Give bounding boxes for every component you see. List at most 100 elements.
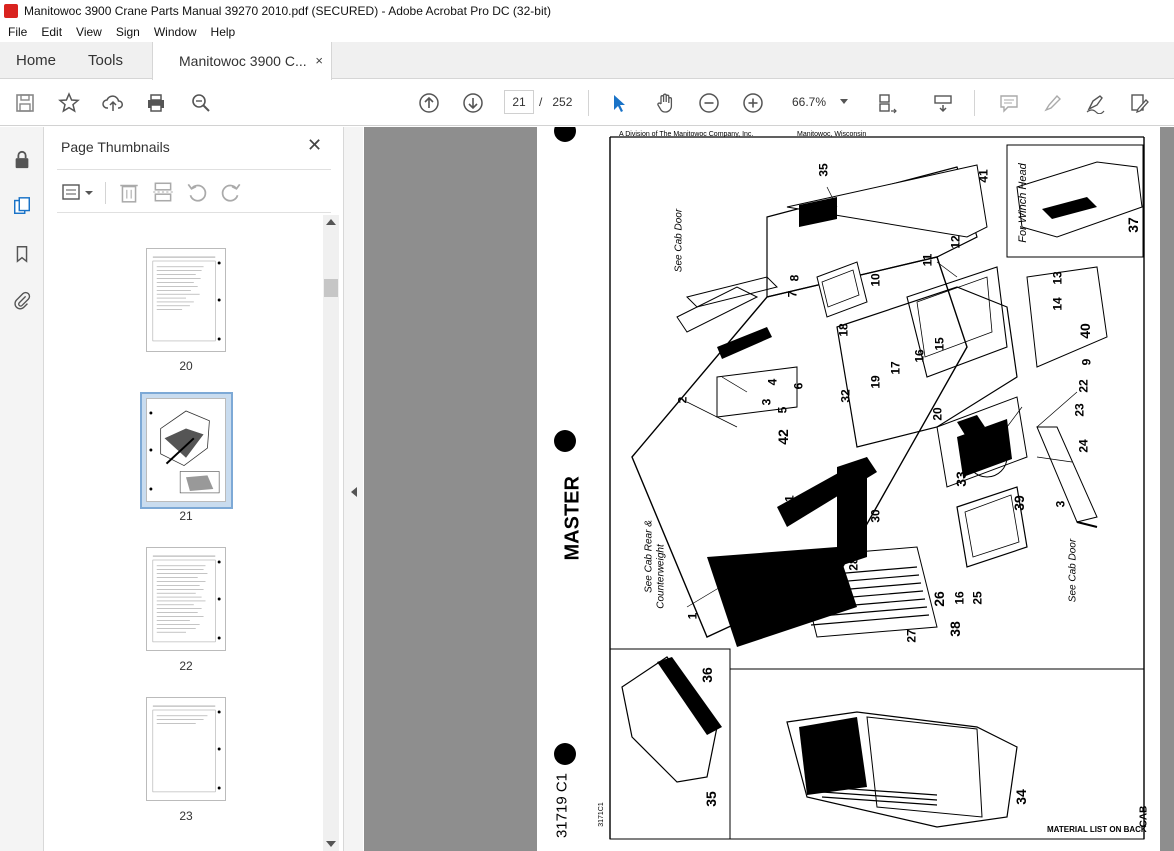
- part-number-callout: 36: [698, 667, 715, 683]
- pdf-page: A Division of The Manitowoc Company, Inc…: [537, 127, 1160, 851]
- part-number-callout: 11: [920, 253, 935, 267]
- menu-edit[interactable]: Edit: [41, 25, 62, 39]
- part-number-callout: 31: [782, 495, 797, 509]
- see-cab-door-label-right: See Cab Door: [1067, 538, 1079, 603]
- part-number-callout: 34: [1012, 789, 1029, 805]
- part-number-callout: 19: [868, 375, 883, 389]
- window-title: Manitowoc 3900 Crane Parts Manual 39270 …: [24, 4, 551, 18]
- part-number-callout: 28: [846, 557, 861, 571]
- lock-icon[interactable]: [11, 149, 33, 171]
- save-icon[interactable]: [12, 90, 38, 116]
- part-number-callout: 7: [785, 290, 800, 298]
- page-header-location: Manitowoc, Wisconsin: [797, 131, 867, 138]
- scroll-up-icon[interactable]: [326, 219, 336, 225]
- part-number-callout: 17: [888, 361, 903, 375]
- zoom-search-icon[interactable]: [188, 90, 214, 116]
- part-number-callout: 16: [952, 591, 967, 605]
- left-navigation-rail: [0, 127, 44, 851]
- read-mode-icon[interactable]: [930, 90, 956, 116]
- part-number-callout: 30: [868, 509, 883, 523]
- thumbnail-page[interactable]: [146, 697, 226, 801]
- tab-document[interactable]: Manitowoc 3900 C... ×: [152, 42, 332, 80]
- zoom-level-select[interactable]: 66.7%: [782, 90, 854, 114]
- see-cab-rear-label: See Cab Rear &: [643, 520, 655, 593]
- comment-icon[interactable]: [996, 90, 1022, 116]
- menu-view[interactable]: View: [76, 25, 102, 39]
- insert-page-icon[interactable]: [151, 180, 175, 204]
- delete-page-icon[interactable]: [117, 180, 141, 204]
- zoom-out-icon[interactable]: [696, 90, 722, 116]
- part-number-callout: 3: [759, 398, 774, 406]
- chevron-down-icon: [840, 99, 848, 104]
- part-number-callout: 16: [912, 349, 927, 363]
- part-number-callout: 32: [838, 389, 853, 403]
- parts-diagram: [554, 127, 1145, 840]
- scrollbar-thumb[interactable]: [324, 279, 338, 297]
- highlight-pen-icon[interactable]: [1040, 90, 1066, 116]
- part-number-callout: 39: [1010, 495, 1027, 511]
- fit-page-icon[interactable]: [874, 90, 900, 116]
- part-number-callout: 23: [1072, 403, 1087, 417]
- part-number-callout: 18: [836, 323, 851, 337]
- part-number-callout: 6: [791, 382, 806, 390]
- thumbnails-list: 20 21 22 23: [45, 215, 323, 851]
- close-panel-icon[interactable]: ✕: [307, 135, 322, 156]
- zoom-in-icon[interactable]: [740, 90, 766, 116]
- part-number-callout: 24: [1076, 439, 1091, 453]
- part-number-callout: 2: [675, 396, 690, 404]
- menu-bar: File Edit View Sign Window Help: [0, 22, 1174, 42]
- part-number-callout: 38: [946, 621, 963, 637]
- scroll-down-icon[interactable]: [326, 841, 336, 847]
- part-number-callout: 20: [930, 407, 945, 421]
- thumbnail-page[interactable]: [146, 248, 226, 352]
- edit-pdf-icon[interactable]: [1126, 90, 1152, 116]
- toolbar-divider: [974, 90, 975, 116]
- bookmark-star-icon[interactable]: [56, 90, 82, 116]
- counterweight-label: Counterweight: [655, 544, 667, 609]
- doc-number-label: 3171C1: [597, 802, 605, 827]
- page-number-input[interactable]: 21: [504, 90, 534, 114]
- thumbnail-label: 21: [179, 509, 193, 523]
- previous-page-icon[interactable]: [416, 90, 442, 116]
- document-viewer[interactable]: A Division of The Manitowoc Company, Inc…: [364, 127, 1174, 851]
- sign-pen-icon[interactable]: [1082, 90, 1108, 116]
- toolbar-divider: [588, 90, 589, 116]
- tab-home[interactable]: Home: [16, 42, 56, 79]
- thumbnail-page-selected[interactable]: [146, 398, 226, 502]
- part-number-callout: 42: [774, 429, 791, 445]
- upload-cloud-icon[interactable]: [100, 90, 126, 116]
- main-toolbar: 21 / 252 66.7%: [0, 80, 1174, 126]
- thumbnails-scrollbar[interactable]: [323, 215, 339, 851]
- menu-sign[interactable]: Sign: [116, 25, 140, 39]
- tab-bar: Home Tools Manitowoc 3900 C... ×: [0, 42, 1174, 80]
- tab-tools[interactable]: Tools: [88, 42, 123, 79]
- panel-splitter[interactable]: [343, 127, 363, 851]
- menu-window[interactable]: Window: [154, 25, 197, 39]
- thumbnail-label: 22: [179, 659, 193, 673]
- bookmarks-icon[interactable]: [11, 243, 33, 265]
- menu-help[interactable]: Help: [211, 25, 236, 39]
- part-number-callout: 10: [868, 273, 883, 287]
- hand-tool-icon[interactable]: [652, 90, 678, 116]
- rotate-right-icon[interactable]: [219, 180, 243, 204]
- menu-file[interactable]: File: [8, 25, 27, 39]
- part-number-callout: 35: [702, 791, 719, 807]
- print-icon[interactable]: [143, 90, 169, 116]
- handwritten-doc-number: 31719 C1: [553, 772, 571, 839]
- for-winch-head-label: For Winch Head: [1017, 163, 1029, 243]
- part-number-callout: 22: [1076, 379, 1091, 393]
- master-label: MASTER: [561, 476, 584, 561]
- see-cab-door-label: See Cab Door: [673, 208, 685, 273]
- tab-close-icon[interactable]: ×: [315, 53, 323, 68]
- thumbnail-page[interactable]: [146, 547, 226, 651]
- page-thumbnails-panel: Page Thumbnails ✕ 20 21 22 23: [45, 127, 343, 851]
- rotate-left-icon[interactable]: [185, 180, 209, 204]
- collapse-panel-icon[interactable]: [351, 487, 357, 497]
- panel-title: Page Thumbnails: [61, 139, 170, 155]
- page-thumbnails-icon[interactable]: [11, 195, 33, 217]
- select-cursor-icon[interactable]: [606, 90, 632, 116]
- part-number-callout: 1: [685, 612, 700, 620]
- attachments-paperclip-icon[interactable]: [11, 289, 33, 311]
- thumbnail-options-icon[interactable]: [61, 180, 95, 204]
- next-page-icon[interactable]: [460, 90, 486, 116]
